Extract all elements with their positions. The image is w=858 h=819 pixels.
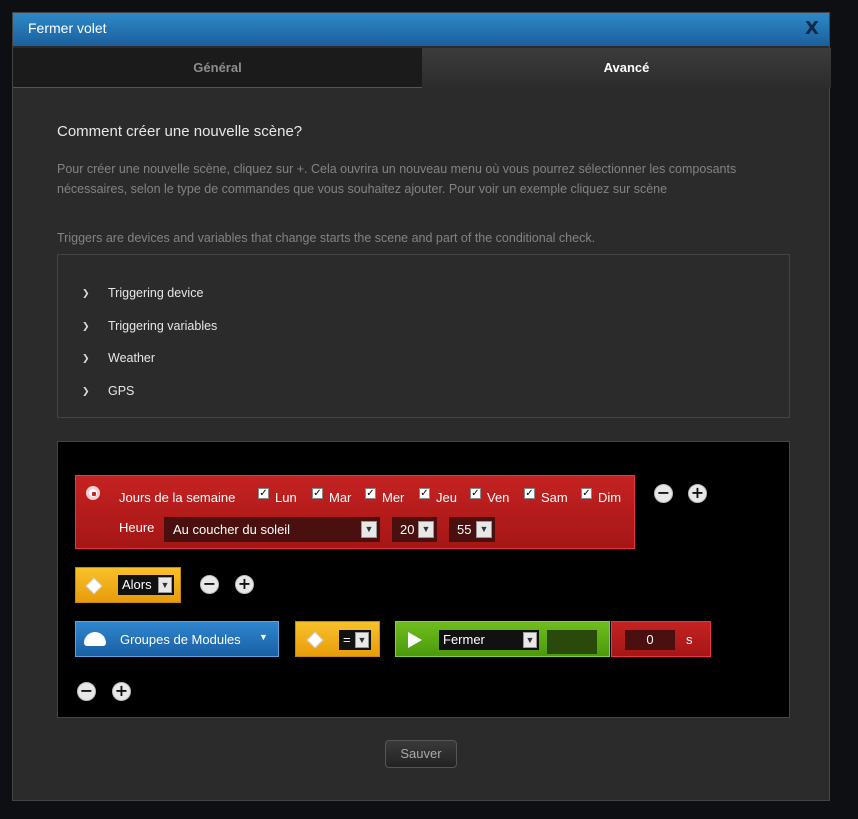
module-group-icon [84,632,106,646]
trigger-accordion: ❯ Triggering device ❯ Triggering variables… [57,254,790,418]
accordion-item-weather[interactable]: ❯ Weather [82,348,155,368]
day-label: Dim [598,490,622,505]
accordion-item-triggering-device[interactable]: ❯ Triggering device [82,283,203,303]
comparator-block: = ▼ [295,621,380,657]
dialog-title: Fermer volet [28,20,107,36]
action-block: Fermer ▼ [395,621,610,657]
module-group-label: Groupes de Modules [120,632,241,647]
action-value-field[interactable] [547,630,597,654]
operator-select[interactable]: Alors ▼ [118,575,174,595]
comparator-select[interactable]: = ▼ [339,630,371,650]
day-checkbox-mar[interactable]: ✓ [312,488,323,499]
help-heading: Comment créer une nouvelle scène? [57,123,303,140]
delay-unit: s [686,632,693,647]
day-checkbox-lun[interactable]: ✓ [258,488,269,499]
days-label: Jours de la semaine [119,490,236,505]
chevron-down-icon: ▼ [355,632,369,648]
help-description: Pour créer une nouvelle scène, cliquez s… [57,162,737,196]
day-label: Mar [329,490,352,505]
day-checkbox-ven[interactable]: ✓ [470,488,481,499]
chevron-down-icon: ❯ [82,353,90,363]
chevron-down-icon: ▼ [523,632,537,648]
close-icon[interactable]: X [803,20,821,38]
day-checkbox-dim[interactable]: ✓ [581,488,592,499]
action-select[interactable]: Fermer ▼ [439,630,539,650]
chevron-down-icon: ▼ [418,521,434,538]
time-label: Heure [119,520,155,535]
day-label: Sam [541,490,568,505]
day-label: Mer [382,490,405,505]
diamond-icon [306,631,324,649]
tab-bar: Général Avancé [13,48,831,88]
time-condition-block: Jours de la semaine ✓ Lun ✓ Mar ✓ Mer ✓ … [75,475,635,549]
module-group-block[interactable]: Groupes de Modules ▼ [75,621,279,657]
chevron-down-icon: ❯ [82,321,90,331]
delay-input[interactable]: 0 [625,630,675,650]
chevron-down-icon: ▼ [476,521,492,538]
add-condition-button[interactable]: + [688,484,707,503]
dialog-titlebar: Fermer volet X [13,13,829,46]
scene-editor: Jours de la semaine ✓ Lun ✓ Mar ✓ Mer ✓ … [57,441,790,718]
time-mode-select[interactable]: Au coucher du soleil ▼ [164,517,380,542]
triggers-note: Triggers are devices and variables that … [57,231,596,245]
chevron-down-icon: ❯ [82,288,90,298]
remove-action-button[interactable]: − [77,682,96,701]
operator-block: Alors ▼ [75,567,181,603]
accordion-item-gps[interactable]: ❯ GPS [82,381,134,401]
add-block-button[interactable]: + [235,575,254,594]
day-label: Jeu [436,490,457,505]
chevron-down-icon: ❯ [82,386,90,396]
day-checkbox-sam[interactable]: ✓ [524,488,535,499]
delay-block: 0 s [611,621,711,657]
chevron-down-icon: ▼ [259,632,268,642]
tab-advanced[interactable]: Avancé [422,48,831,88]
chevron-down-icon: ▼ [158,577,172,593]
tab-general[interactable]: Général [13,48,422,88]
diamond-icon [85,577,103,595]
remove-condition-button[interactable]: − [654,484,673,503]
play-icon [408,632,422,648]
offset-hours-select[interactable]: 20 ▼ [392,517,437,542]
accordion-item-triggering-variables[interactable]: ❯ Triggering variables [82,316,217,336]
add-action-button[interactable]: + [112,682,131,701]
day-label: Lun [275,490,297,505]
save-button[interactable]: Sauver [385,740,457,768]
offset-minutes-select[interactable]: 55 ▼ [449,517,495,542]
chevron-down-icon: ▼ [361,521,377,538]
scene-dialog: Fermer volet X Général Avancé Comment cr… [12,12,831,801]
day-checkbox-mer[interactable]: ✓ [365,488,376,499]
remove-block-button[interactable]: − [200,575,219,594]
clock-icon [86,486,100,500]
day-label: Ven [487,490,510,505]
day-checkbox-jeu[interactable]: ✓ [419,488,430,499]
